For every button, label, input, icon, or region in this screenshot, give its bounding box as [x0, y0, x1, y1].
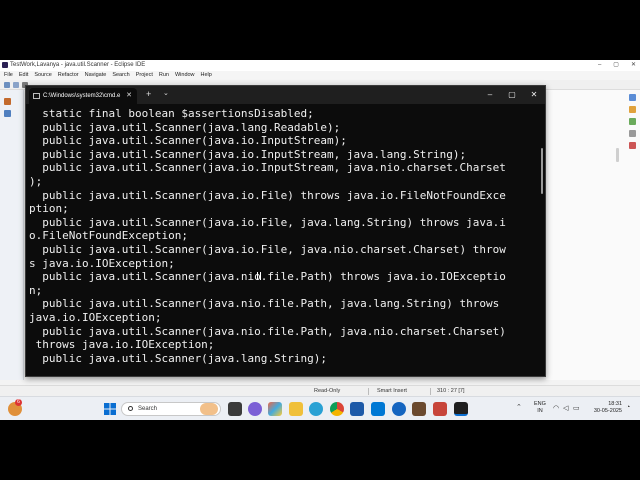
- eclipse-menu-bar: File Edit Source Refactor Navigate Search Proj…: [0, 71, 640, 80]
- clock-date: 30-05-2025: [593, 408, 622, 414]
- terminal-icon: [33, 93, 40, 99]
- eclipse-status-bar: Read-Only Smart Insert 310 : 27 [7]: [0, 385, 640, 396]
- minimize-icon[interactable]: –: [598, 60, 601, 71]
- chrome-icon[interactable]: [330, 402, 344, 416]
- menu-item-window[interactable]: Window: [175, 71, 195, 80]
- desktop-screen: TestWork,Lavanya - java.util.Scanner - E…: [0, 60, 640, 420]
- perspective-icon[interactable]: [629, 94, 636, 101]
- windows-start-icon[interactable]: [103, 402, 117, 416]
- package-explorer-icon[interactable]: [4, 98, 11, 105]
- console-icon[interactable]: [629, 142, 636, 149]
- word-icon[interactable]: [350, 402, 364, 416]
- minimize-icon[interactable]: –: [479, 86, 501, 104]
- search-icon: [128, 406, 133, 411]
- menu-item-project[interactable]: Project: [136, 71, 153, 80]
- menu-item-search[interactable]: Search: [112, 71, 129, 80]
- task-view-icon[interactable]: [228, 402, 242, 416]
- editor-scrollbar[interactable]: [616, 148, 619, 162]
- chevron-down-icon[interactable]: ⌄: [163, 89, 169, 97]
- cmd-line: s java.io.IOException;: [29, 256, 175, 270]
- cmd-window[interactable]: C:\Windows\system32\cmd.e ✕ + ⌄ – ▢ ✕ st…: [25, 85, 546, 377]
- eclipse-right-toolbar: [628, 94, 638, 154]
- cmd-line: public java.util.Scanner(java.io.InputSt…: [29, 161, 506, 175]
- cmd-window-controls: – ▢ ✕: [479, 86, 545, 104]
- app-icon[interactable]: [433, 402, 447, 416]
- cmd-line: static final boolean $assertionsDisabled…: [29, 107, 314, 120]
- chat-icon[interactable]: [248, 402, 262, 416]
- cmd-output-text: static final boolean $assertionsDisabled…: [29, 107, 537, 365]
- cmd-line: public java.util.Scanner(java.io.InputSt…: [29, 134, 347, 148]
- cmd-line: o.FileNotFoundException;: [29, 229, 188, 243]
- menu-item-refactor[interactable]: Refactor: [58, 71, 79, 80]
- clock-time: 18:31: [608, 401, 622, 407]
- cmd-line: public java.util.Scanner(java.io.File, j…: [29, 215, 506, 229]
- search-highlight-icon: [200, 403, 218, 415]
- volume-icon[interactable]: ◁: [563, 404, 568, 412]
- text-cursor-icon: [257, 272, 261, 280]
- taskbar: 6 Search ⌃ ENG IN ◠ ◁ ▭ 18:31 30-05-2025…: [0, 396, 640, 420]
- task-list-icon[interactable]: [629, 106, 636, 113]
- cmd-tab[interactable]: C:\Windows\system32\cmd.e ✕: [29, 88, 137, 104]
- input-language[interactable]: ENG IN: [534, 401, 546, 415]
- cmd-line: public java.util.Scanner(java.lang.Reada…: [29, 120, 341, 134]
- close-icon[interactable]: ✕: [631, 60, 636, 71]
- cmd-line: n;: [29, 283, 43, 297]
- save-icon[interactable]: [13, 82, 19, 88]
- cmd-line: public java.util.Scanner(java.io.InputSt…: [29, 147, 467, 161]
- eclipse-title-bar: TestWork,Lavanya - java.util.Scanner - E…: [0, 60, 640, 71]
- problems-icon[interactable]: [629, 130, 636, 137]
- maximize-icon[interactable]: ▢: [613, 60, 619, 71]
- cmd-output[interactable]: static final boolean $assertionsDisabled…: [29, 107, 537, 375]
- menu-item-help[interactable]: Help: [201, 71, 212, 80]
- edge-icon[interactable]: [309, 402, 323, 416]
- cmd-tab-bar: C:\Windows\system32\cmd.e ✕ + ⌄ – ▢ ✕: [26, 86, 545, 104]
- close-icon[interactable]: ✕: [523, 86, 545, 104]
- menu-item-navigate[interactable]: Navigate: [85, 71, 107, 80]
- clock[interactable]: 18:31 30-05-2025: [590, 401, 622, 415]
- file-explorer-icon[interactable]: [289, 402, 303, 416]
- maximize-icon[interactable]: ▢: [501, 86, 523, 104]
- cmd-line: public java.util.Scanner(java.io.File, j…: [29, 242, 506, 256]
- wifi-icon[interactable]: ◠: [553, 404, 559, 412]
- cmd-scrollbar[interactable]: [541, 148, 543, 194]
- eclipse-right-panel: [546, 90, 640, 380]
- outlook-icon[interactable]: [371, 402, 385, 416]
- cmd-tab-title: C:\Windows\system32\cmd.e: [43, 93, 121, 99]
- menu-item-run[interactable]: Run: [159, 71, 169, 80]
- cmd-line: ption;: [29, 202, 69, 216]
- terminal-icon[interactable]: [454, 402, 468, 416]
- lang-region: IN: [537, 408, 543, 414]
- search-label: Search: [138, 406, 158, 412]
- cmd-line: throws java.io.IOException;: [29, 338, 215, 352]
- eclipse-taskbar-icon[interactable]: [412, 402, 426, 416]
- tray-overflow-icon[interactable]: ⌃: [516, 403, 522, 411]
- copilot-icon[interactable]: [268, 402, 282, 416]
- notification-bell-icon[interactable]: ◔: [626, 404, 630, 411]
- outline-view-icon[interactable]: [629, 118, 636, 125]
- lang-code: ENG: [534, 401, 546, 407]
- eclipse-window-controls: – ▢ ✕: [598, 60, 636, 71]
- cmd-line: java.io.IOException;: [29, 310, 162, 324]
- cmd-line: public java.util.Scanner(java.io.File) t…: [29, 188, 506, 202]
- eclipse-window-title: TestWork,Lavanya - java.util.Scanner - E…: [10, 62, 146, 68]
- cmd-line: public java.util.Scanner(java.nio.file.P…: [29, 270, 506, 284]
- new-icon[interactable]: [4, 82, 10, 88]
- new-tab-icon[interactable]: +: [146, 89, 151, 99]
- cmd-line: public java.util.Scanner(java.nio.file.P…: [29, 297, 500, 311]
- cmd-line: public java.util.Scanner(java.lang.Strin…: [29, 351, 328, 365]
- menu-item-edit[interactable]: Edit: [19, 71, 28, 80]
- notification-badge: 6: [15, 399, 22, 406]
- cmd-line: public java.util.Scanner(java.nio.file.P…: [29, 324, 506, 338]
- tab-close-icon[interactable]: ✕: [126, 88, 132, 104]
- battery-icon[interactable]: ▭: [573, 404, 580, 412]
- zoom-icon[interactable]: [392, 402, 406, 416]
- cmd-line: );: [29, 174, 43, 188]
- eclipse-left-gutter: [0, 90, 24, 380]
- menu-item-source[interactable]: Source: [34, 71, 51, 80]
- outline-icon[interactable]: [4, 110, 11, 117]
- menu-item-file[interactable]: File: [4, 71, 13, 80]
- eclipse-app-icon: [2, 62, 8, 68]
